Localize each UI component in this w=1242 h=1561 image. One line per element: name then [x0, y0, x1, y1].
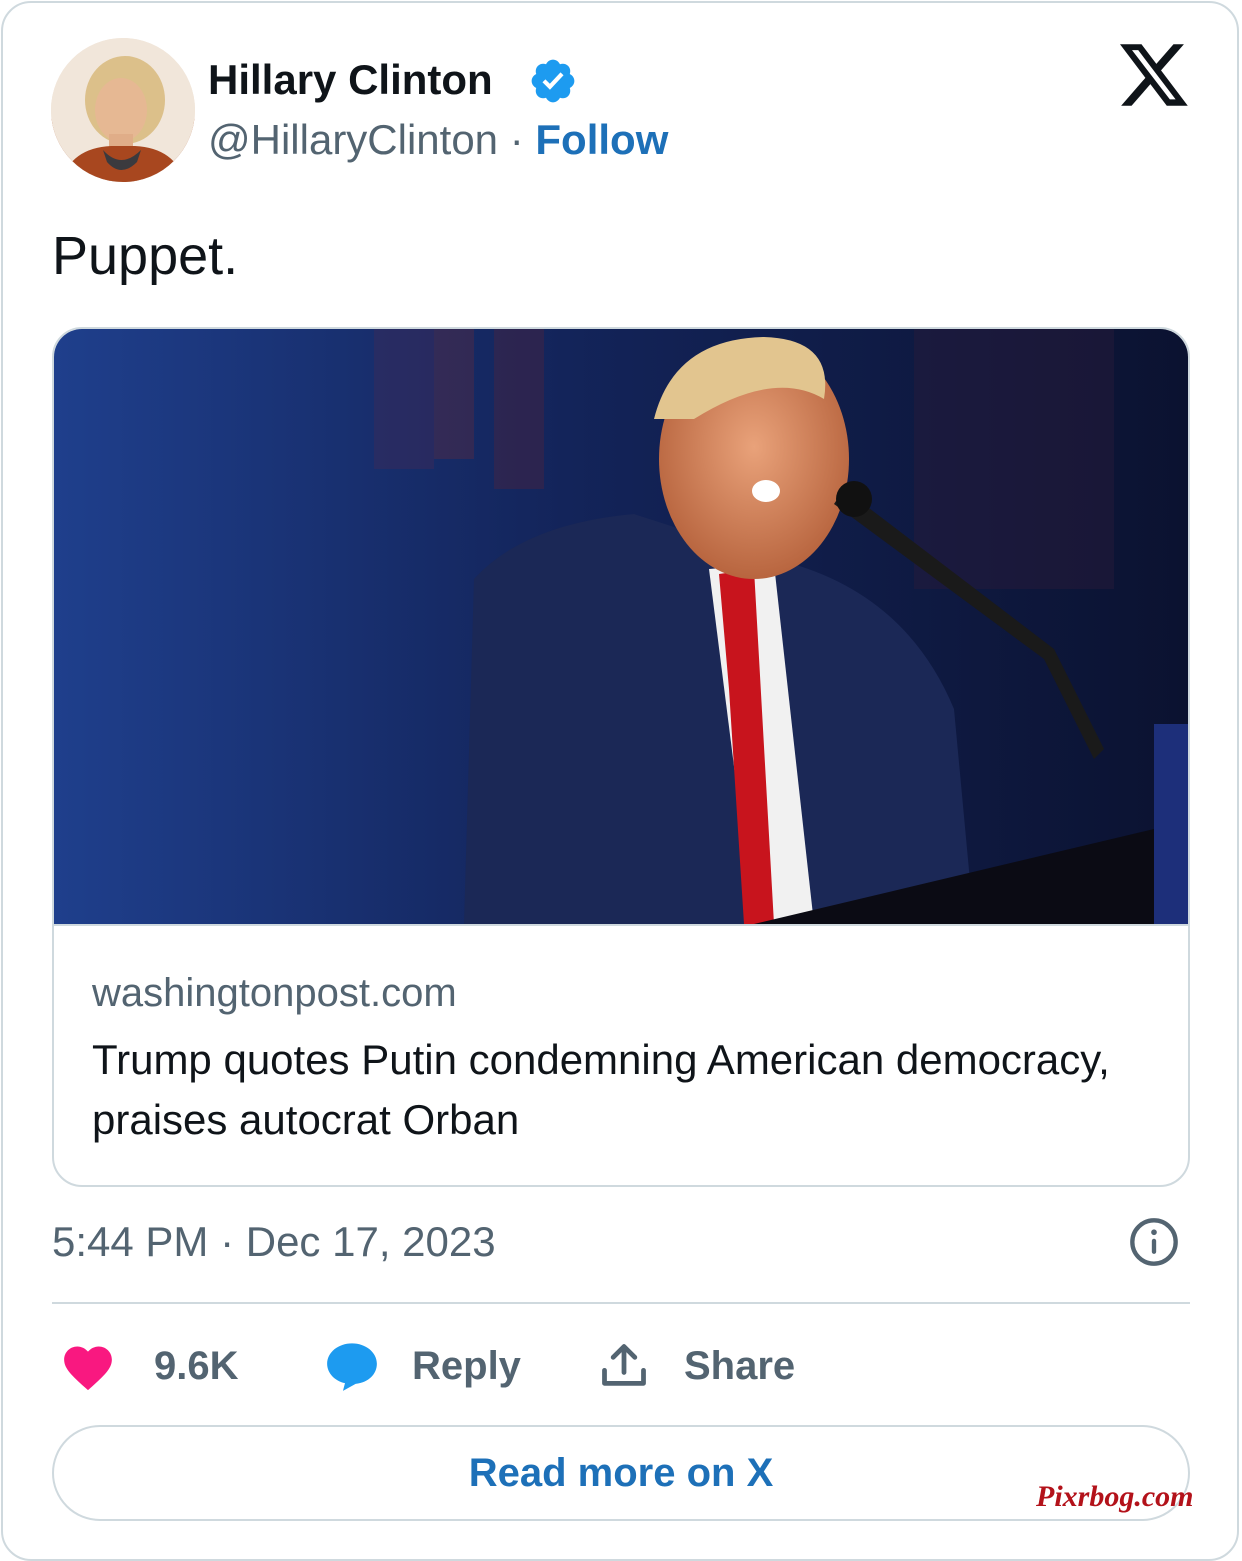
author-name[interactable]: Hillary Clinton — [208, 52, 493, 108]
reply-action[interactable]: Reply — [324, 1334, 521, 1398]
link-preview-meta: washingtonpost.com Trump quotes Putin co… — [54, 924, 1188, 1185]
watermark: Pixrbog.com — [1036, 1480, 1194, 1513]
like-action[interactable]: 9.6K — [60, 1334, 239, 1398]
share-action[interactable]: Share — [598, 1334, 795, 1398]
avatar-portrait — [51, 38, 195, 182]
link-preview-card[interactable]: washingtonpost.com Trump quotes Putin co… — [52, 327, 1190, 1187]
author-handle-row: @HillaryClinton · Follow — [208, 112, 668, 168]
info-icon[interactable] — [1128, 1216, 1180, 1268]
tweet-timestamp[interactable]: 5:44 PM · Dec 17, 2023 — [52, 1214, 496, 1270]
reply-bubble-icon — [327, 1343, 377, 1391]
link-headline[interactable]: Trump quotes Putin condemning American d… — [92, 1030, 1142, 1150]
author-handle[interactable]: @HillaryClinton — [208, 116, 498, 163]
follow-button[interactable]: Follow — [535, 116, 668, 163]
read-more-label: Read more on X — [468, 1450, 774, 1495]
reply-label: Reply — [412, 1343, 521, 1388]
tweet-text: Puppet. — [52, 226, 239, 286]
share-label: Share — [684, 1343, 796, 1388]
verified-badge-icon — [531, 59, 575, 103]
read-more-button[interactable]: Read more on X — [52, 1425, 1190, 1521]
handle-separator: · — [509, 116, 524, 163]
avatar[interactable] — [51, 38, 195, 182]
like-count: 9.6K — [154, 1343, 239, 1388]
link-domain: washingtonpost.com — [92, 971, 457, 1015]
divider — [52, 1302, 1190, 1304]
share-upload-icon — [602, 1344, 646, 1386]
x-logo-icon[interactable] — [1120, 44, 1188, 106]
link-preview-image[interactable] — [54, 329, 1188, 924]
heart-icon — [64, 1346, 112, 1391]
